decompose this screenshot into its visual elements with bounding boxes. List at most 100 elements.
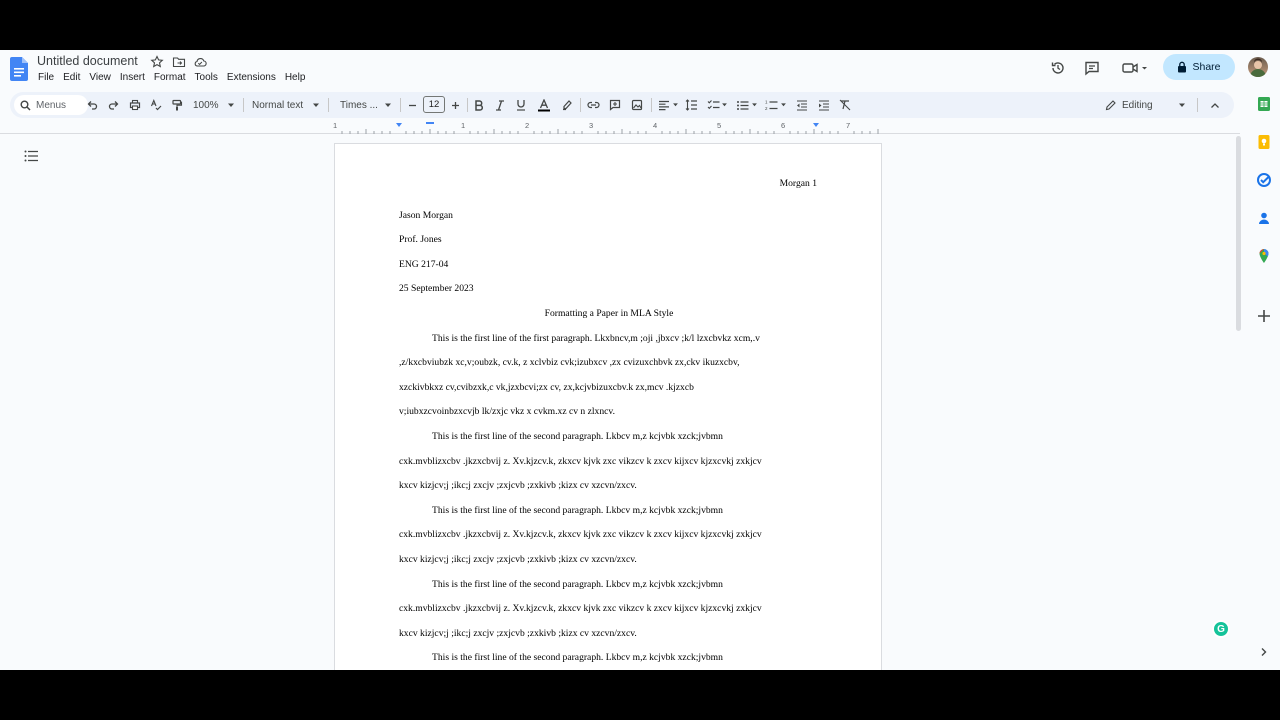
body-line[interactable]: kxcv kizjcv;j ;ikc;j zxcjv ;zxjcvb ;zxki… xyxy=(399,554,637,565)
move-folder-icon[interactable] xyxy=(172,55,186,69)
spellcheck-icon[interactable] xyxy=(148,96,164,114)
page-header-running-head[interactable]: Morgan 1 xyxy=(780,178,817,189)
align-left-icon[interactable] xyxy=(656,96,672,114)
font-size-input[interactable]: 12 xyxy=(423,96,445,113)
menu-insert[interactable]: Insert xyxy=(120,72,145,86)
editing-mode-value: Editing xyxy=(1122,99,1153,111)
ruler-label: 1 xyxy=(461,121,466,130)
cloud-saved-icon[interactable] xyxy=(193,55,207,69)
font-family-select[interactable]: Times ... xyxy=(340,96,382,114)
share-label: Share xyxy=(1192,61,1221,73)
document-page[interactable]: Morgan 1 Jason Morgan Prof. Jones ENG 21… xyxy=(334,143,882,670)
star-icon[interactable] xyxy=(150,55,164,69)
ruler-label: 7 xyxy=(846,121,851,130)
menu-tools[interactable]: Tools xyxy=(195,72,218,86)
svg-text:2: 2 xyxy=(765,106,768,111)
add-on-plus-icon[interactable] xyxy=(1256,308,1272,324)
decrease-indent-icon[interactable] xyxy=(794,96,810,114)
body-line[interactable]: This is the first line of the first para… xyxy=(432,333,760,344)
menu-edit[interactable]: Edit xyxy=(63,72,80,86)
body-line[interactable]: kxcv kizjcv;j ;ikc;j zxcjv ;zxjcvb ;zxki… xyxy=(399,480,637,491)
heading-instructor[interactable]: Prof. Jones xyxy=(399,234,442,245)
numbered-list-icon[interactable]: 12 xyxy=(763,96,779,114)
body-line[interactable]: cxk.mvblizxcbv .jkzxcbvij z. Xv.kjzcv.k,… xyxy=(399,529,762,540)
title-bar: Untitled document File Edit View Insert … xyxy=(0,50,1280,90)
paint-format-icon[interactable] xyxy=(169,96,185,114)
line-spacing-icon[interactable] xyxy=(683,96,699,114)
menu-help[interactable]: Help xyxy=(285,72,306,86)
checklist-icon[interactable] xyxy=(705,96,721,114)
ruler-label: 5 xyxy=(717,121,722,130)
menu-format[interactable]: Format xyxy=(154,72,186,86)
bulleted-list-icon[interactable] xyxy=(734,96,750,114)
collapse-toolbar-icon[interactable] xyxy=(1208,96,1222,114)
bold-icon[interactable] xyxy=(472,96,486,114)
body-line[interactable]: This is the first line of the second par… xyxy=(432,579,723,590)
lock-icon xyxy=(1178,61,1187,73)
chevron-down-icon xyxy=(226,96,236,114)
maps-icon[interactable] xyxy=(1256,248,1272,264)
expand-panel-chevron-icon[interactable] xyxy=(1256,644,1272,660)
body-line[interactable]: kxcv kizjcv;j ;ikc;j zxcjv ;zxjcvb ;zxki… xyxy=(399,628,637,639)
pencil-icon xyxy=(1103,96,1117,114)
comments-icon[interactable] xyxy=(1082,58,1102,78)
share-button[interactable]: Share xyxy=(1163,54,1235,80)
increase-font-size-icon[interactable] xyxy=(449,96,461,114)
body-line[interactable]: cxk.mvblizxcbv .jkzxcbvij z. Xv.kjzcv.k,… xyxy=(399,603,762,614)
decrease-font-size-icon[interactable] xyxy=(406,96,418,114)
chevron-down-icon xyxy=(779,96,787,114)
grammarly-icon[interactable]: G xyxy=(1212,620,1230,638)
print-icon[interactable] xyxy=(127,96,143,114)
body-line[interactable]: This is the first line of the second par… xyxy=(432,431,723,442)
increase-indent-icon[interactable] xyxy=(816,96,832,114)
heading-date[interactable]: 25 September 2023 xyxy=(399,283,474,294)
body-line[interactable]: This is the first line of the second par… xyxy=(432,505,723,516)
insert-link-icon[interactable] xyxy=(585,96,601,114)
menu-view[interactable]: View xyxy=(89,72,111,86)
clear-formatting-icon[interactable] xyxy=(837,96,853,114)
paper-title[interactable]: Formatting a Paper in MLA Style xyxy=(335,308,883,319)
version-history-icon[interactable] xyxy=(1048,58,1068,78)
sheets-icon[interactable] xyxy=(1256,96,1272,112)
insert-comment-icon[interactable] xyxy=(607,96,623,114)
contacts-icon[interactable] xyxy=(1256,210,1272,226)
underline-icon[interactable] xyxy=(514,96,528,114)
ruler-label: 6 xyxy=(781,121,786,130)
body-line[interactable]: ,z/kxcbviubzk xc,v;oubzk, cv.k, z xclvbi… xyxy=(399,357,740,368)
document-title[interactable]: Untitled document xyxy=(37,54,138,68)
heading-student-name[interactable]: Jason Morgan xyxy=(399,210,453,221)
docs-logo-icon[interactable] xyxy=(10,57,28,81)
chevron-down-icon xyxy=(1177,96,1187,114)
meet-icon[interactable] xyxy=(1120,58,1150,78)
tasks-icon[interactable] xyxy=(1256,172,1272,188)
chevron-down-icon xyxy=(311,96,321,114)
font-family-value: Times ... xyxy=(340,99,378,111)
google-docs-window: Untitled document File Edit View Insert … xyxy=(0,50,1280,670)
insert-image-icon[interactable] xyxy=(629,96,645,114)
ruler-label: 4 xyxy=(653,121,658,130)
vertical-scrollbar[interactable] xyxy=(1236,136,1241,331)
document-outline-icon[interactable] xyxy=(24,150,38,162)
highlight-color-icon[interactable] xyxy=(559,96,575,114)
avatar[interactable] xyxy=(1248,57,1268,77)
body-line[interactable]: This is the first line of the second par… xyxy=(432,652,723,663)
undo-icon[interactable] xyxy=(84,96,100,114)
italic-icon[interactable] xyxy=(493,96,507,114)
side-panel xyxy=(1248,90,1280,670)
body-line[interactable]: xzckivbkxz cv,cvibzxk,c vk,jzxbcvi;zx cv… xyxy=(399,382,694,393)
text-color-icon[interactable] xyxy=(536,96,552,114)
body-line[interactable]: v;iubxzcvoinbzxcvjb lk/zxjc vkz x cvkm.x… xyxy=(399,406,615,417)
redo-icon[interactable] xyxy=(106,96,122,114)
menus-search[interactable]: Menus xyxy=(14,95,88,115)
chevron-down-icon xyxy=(383,96,393,114)
body-line[interactable]: cxk.mvblizxcbv .jkzxcbvij z. Xv.kjzcv.k,… xyxy=(399,456,762,467)
editing-mode-select[interactable]: Editing xyxy=(1122,96,1182,114)
menu-file[interactable]: File xyxy=(38,72,54,86)
ruler[interactable]: 1 1 2 3 4 5 6 7 xyxy=(0,120,1240,134)
paragraph-style-select[interactable]: Normal text xyxy=(252,96,314,114)
heading-course[interactable]: ENG 217-04 xyxy=(399,259,448,270)
menu-extensions[interactable]: Extensions xyxy=(227,72,276,86)
zoom-value: 100% xyxy=(193,99,219,111)
ruler-scale xyxy=(341,122,879,134)
keep-icon[interactable] xyxy=(1256,134,1272,150)
